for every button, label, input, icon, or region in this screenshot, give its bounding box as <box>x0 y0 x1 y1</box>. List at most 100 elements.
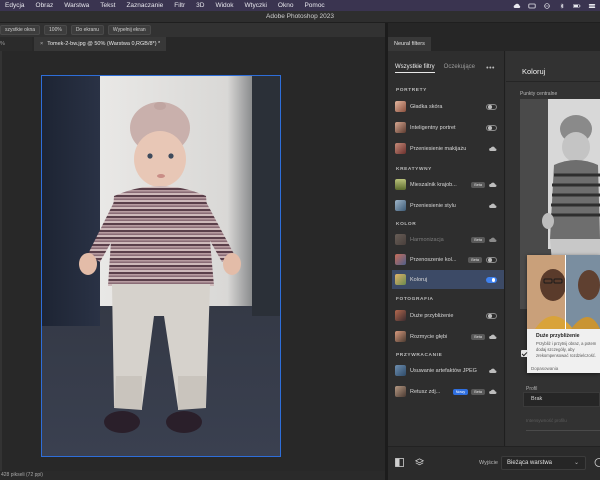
filter-row-harmonization[interactable]: Harmonizacja Beta <box>392 230 504 249</box>
filter-row-color-transfer[interactable]: Przenoszenie kol... Beta <box>392 250 504 269</box>
menu-obraz[interactable]: Obraz <box>31 2 60 9</box>
fill-screen-button[interactable]: Wypełnij ekran <box>107 25 151 35</box>
all-windows-button[interactable]: szystkie okna <box>0 25 41 35</box>
filter-row-colorize[interactable]: Koloruj <box>392 270 504 289</box>
filter-row-smooth-skin[interactable]: Gładka skóra <box>392 97 504 116</box>
filter-label: Przenoszenie kol... <box>410 256 457 263</box>
menu-zaznaczanie[interactable]: Zaznaczanie <box>121 2 169 9</box>
filter-tooltip: Duże przybliżenie Przybliż i przytnij ob… <box>527 255 600 373</box>
menu-extras <box>513 2 600 9</box>
bluetooth-icon[interactable] <box>558 2 566 9</box>
document-image[interactable] <box>41 75 281 457</box>
new-badge: Nowy <box>452 388 469 395</box>
zoom-100-button[interactable]: 100% <box>44 25 67 35</box>
filter-toggle[interactable] <box>486 124 497 131</box>
filter-thumbnail <box>395 234 406 245</box>
tab-all-filters[interactable]: Wszystkie filtry <box>395 64 435 73</box>
filter-thumbnail <box>395 200 406 211</box>
more-options-icon[interactable]: ••• <box>486 65 495 72</box>
filter-row-smart-portrait[interactable]: Inteligentny portret <box>392 118 504 137</box>
creative-cloud-icon[interactable] <box>513 3 521 9</box>
filter-title: Koloruj <box>522 67 546 76</box>
filter-label: Przeniesienie stylu <box>410 202 456 209</box>
filter-label: Gładka skóra <box>410 103 443 110</box>
filter-thumbnail <box>395 179 406 190</box>
menu-warstwa[interactable]: Warstwa <box>59 2 95 9</box>
neural-filters-tab[interactable]: Neural filters <box>388 37 431 51</box>
filter-thumbnail <box>395 143 406 154</box>
adjustments-label: Dopasowania <box>531 366 559 371</box>
category-portrety: PORTRETY <box>396 88 427 93</box>
filter-thumbnail <box>395 386 406 397</box>
filter-row-landscape-mixer[interactable]: Mieszalnik krajob... Beta <box>392 175 504 194</box>
cloud-download-icon[interactable] <box>489 237 497 243</box>
compare-view-icon[interactable] <box>395 458 404 467</box>
filter-thumbnail <box>395 310 406 321</box>
menu-filtr[interactable]: Filtr <box>169 2 191 9</box>
layers-icon[interactable] <box>415 458 424 467</box>
menu-tekst[interactable]: Tekst <box>95 2 121 9</box>
control-center-icon[interactable] <box>588 3 596 9</box>
menu-okno[interactable]: Okno <box>273 2 300 9</box>
filter-row-super-zoom[interactable]: Duże przybliżenie <box>392 306 504 325</box>
filter-toggle-on[interactable] <box>486 276 497 283</box>
chevron-down-icon: ⌄ <box>573 460 579 466</box>
filter-thumbnail <box>395 101 406 112</box>
filter-label: Harmonizacja <box>410 236 444 243</box>
category-kolor: KOLOR <box>396 222 417 227</box>
options-bar: szystkie okna 100% Do ekranu Wypełnij ek… <box>0 23 387 37</box>
output-label: Wyjście <box>479 460 498 466</box>
focal-points-label: Punkty centralne <box>520 91 558 97</box>
tooltip-title: Duże przybliżenie <box>536 333 580 339</box>
filter-label: Przeniesienie makijażu <box>410 145 467 152</box>
profile-select[interactable]: Brak <box>523 392 600 407</box>
filter-toggle[interactable] <box>486 103 497 110</box>
beta-badge: Beta <box>471 236 485 243</box>
menu-widok[interactable]: Widok <box>210 2 239 9</box>
photoshop-window: Edycja Obraz Warstwa Tekst Zaznaczanie F… <box>0 0 600 480</box>
neural-filters-bottom-bar: Wyjście Bieżąca warstwa ⌄ <box>388 446 600 480</box>
status-bar: 428 pikseli (72 ppi) <box>0 471 385 480</box>
menu-3d[interactable]: 3D <box>191 2 210 9</box>
document-tab-label: Tomek-2-bw.jpg @ 50% (Warstwa 0,RGB/8*) … <box>47 41 161 47</box>
battery-icon[interactable] <box>573 3 581 9</box>
fit-screen-button[interactable]: Do ekranu <box>70 25 104 35</box>
cloud-download-icon[interactable] <box>489 389 497 395</box>
cloud-download-icon[interactable] <box>489 334 497 340</box>
adjustments-checkbox[interactable] <box>521 350 528 357</box>
filter-row-makeup-transfer[interactable]: Przeniesienie makijażu <box>392 139 504 158</box>
filter-toggle[interactable] <box>486 256 497 263</box>
cloud-download-icon[interactable] <box>489 203 497 209</box>
filter-row-depth-blur[interactable]: Rozmycie głębi Beta <box>392 327 504 346</box>
menu-extra-icon[interactable] <box>528 3 536 9</box>
filter-thumbnail <box>395 274 406 285</box>
menu-edycja[interactable]: Edycja <box>0 2 31 9</box>
output-select[interactable]: Bieżąca warstwa ⌄ <box>501 456 586 470</box>
filter-thumbnail <box>395 331 406 342</box>
profile-strength-slider[interactable] <box>526 430 600 431</box>
menu-wtyczki[interactable]: Wtyczki <box>240 2 273 9</box>
menu-pomoc[interactable]: Pomoc <box>299 2 330 9</box>
beta-badge: Beta <box>471 388 485 395</box>
photo-child-colorized <box>42 76 280 456</box>
filter-subtabs: Wszystkie filtry Oczekujące ••• <box>388 61 505 75</box>
filter-row-photo-restoration[interactable]: Retusz zdj... Nowy Beta <box>392 382 504 401</box>
filter-toggle[interactable] <box>486 312 497 319</box>
close-tab-icon[interactable]: × <box>40 41 43 47</box>
filter-label: Mieszalnik krajob... <box>410 181 457 188</box>
globe-icon[interactable] <box>543 2 551 9</box>
category-kreatywny: KREATYWNY <box>396 167 432 172</box>
filter-row-style-transfer[interactable]: Przeniesienie stylu <box>392 196 504 215</box>
detail-separator <box>506 81 600 82</box>
cloud-download-icon[interactable] <box>489 146 497 152</box>
filter-label: Retusz zdj... <box>410 388 441 395</box>
cloud-download-icon[interactable] <box>489 368 497 374</box>
filter-row-jpeg-artifacts[interactable]: Usuwanie artefaktów JPEG <box>392 361 504 380</box>
panel-overflow-icon[interactable] <box>593 458 600 467</box>
tab-waiting[interactable]: Oczekujące <box>444 64 475 72</box>
profile-strength-label: Intensywność profilu <box>526 418 567 423</box>
document-tab-active[interactable]: × Tomek-2-bw.jpg @ 50% (Warstwa 0,RGB/8*)… <box>34 37 167 51</box>
cloud-download-icon[interactable] <box>489 182 497 188</box>
document-tab-previous[interactable]: % (RGB/8*) <box>0 37 32 61</box>
category-przywracanie: PRZYWRACANIE <box>396 353 443 358</box>
